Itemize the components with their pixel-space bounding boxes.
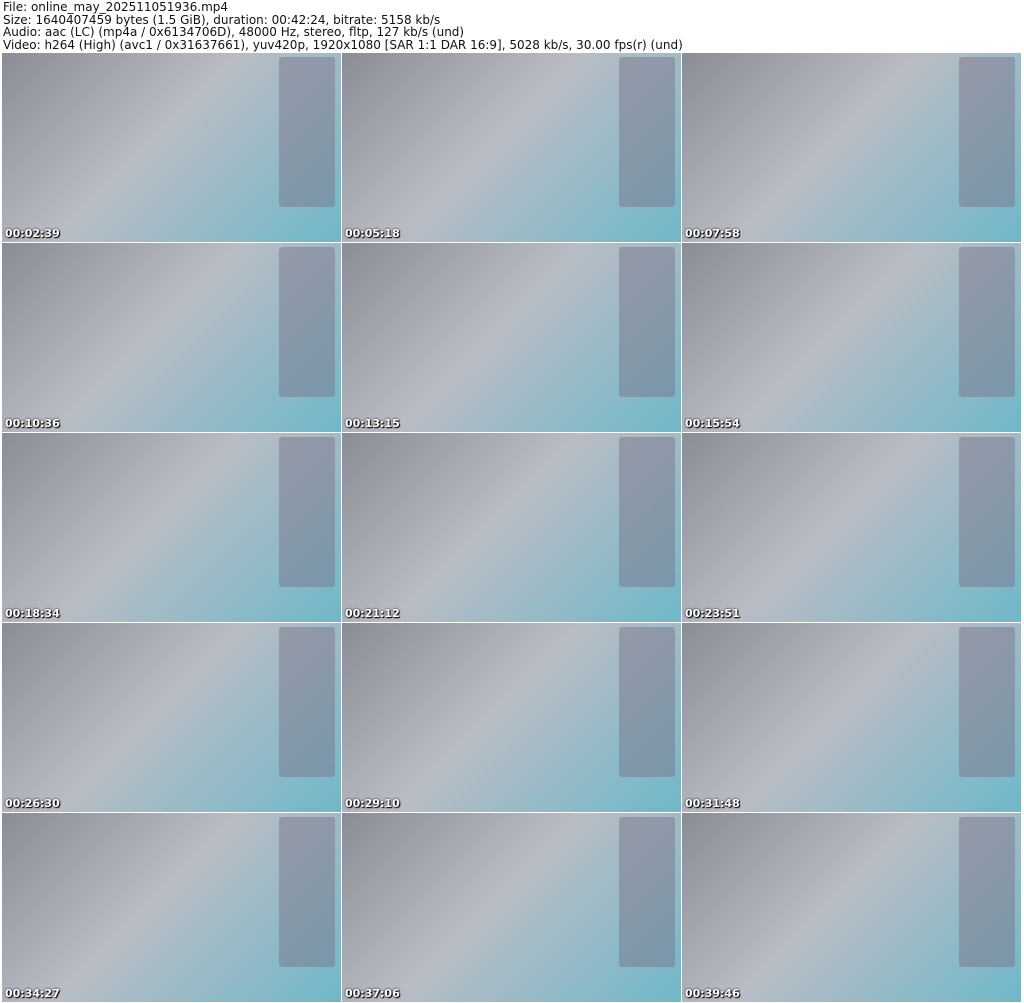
overlay-panel xyxy=(619,57,675,207)
overlay-panel xyxy=(959,437,1015,587)
video-thumbnail: 00:10:36 xyxy=(2,243,341,432)
thumbnail-timestamp: 00:15:54 xyxy=(685,417,740,430)
video-thumbnail: 00:26:30 xyxy=(2,623,341,812)
overlay-panel xyxy=(959,817,1015,967)
overlay-panel xyxy=(279,627,335,777)
thumbnail-timestamp: 00:10:36 xyxy=(5,417,60,430)
video-thumbnail: 00:18:34 xyxy=(2,433,341,622)
thumbnail-timestamp: 00:05:18 xyxy=(345,227,400,240)
overlay-panel xyxy=(619,437,675,587)
overlay-panel xyxy=(279,437,335,587)
video-thumbnail: 00:02:39 xyxy=(2,53,341,242)
video-thumbnail: 00:37:06 xyxy=(342,813,681,1002)
video-thumbnail: 00:21:12 xyxy=(342,433,681,622)
thumbnail-timestamp: 00:34:27 xyxy=(5,987,60,1000)
thumbnail-grid: 00:02:39 00:05:18 00:07:58 00:10:36 00:13:15… xyxy=(2,53,1021,1002)
video-thumbnail: 00:29:10 xyxy=(342,623,681,812)
video-thumbnail: 00:07:58 xyxy=(682,53,1021,242)
file-name: File: online_may_202511051936.mp4 xyxy=(3,0,229,14)
overlay-panel xyxy=(619,627,675,777)
thumbnail-timestamp: 00:13:15 xyxy=(345,417,400,430)
overlay-panel xyxy=(959,57,1015,207)
thumbnail-timestamp: 00:29:10 xyxy=(345,797,400,810)
audio-info: Audio: aac (LC) (mp4a / 0x6134706D), 480… xyxy=(3,25,465,39)
overlay-panel xyxy=(279,57,335,207)
video-thumbnail: 00:23:51 xyxy=(682,433,1021,622)
thumbnail-timestamp: 00:39:46 xyxy=(685,987,740,1000)
thumbnail-timestamp: 00:23:51 xyxy=(685,607,740,620)
overlay-panel xyxy=(619,817,675,967)
file-info-header: File: online_may_202511051936.mp4 Size: … xyxy=(3,1,683,51)
thumbnail-timestamp: 00:31:48 xyxy=(685,797,740,810)
thumbnail-timestamp: 00:02:39 xyxy=(5,227,60,240)
video-info: Video: h264 (High) (avc1 / 0x31637661), … xyxy=(3,37,683,52)
video-thumbnail: 00:15:54 xyxy=(682,243,1021,432)
overlay-panel xyxy=(279,247,335,397)
thumbnail-timestamp: 00:18:34 xyxy=(5,607,60,620)
thumbnail-timestamp: 00:37:06 xyxy=(345,987,400,1000)
video-thumbnail: 00:34:27 xyxy=(2,813,341,1002)
thumbnail-timestamp: 00:21:12 xyxy=(345,607,400,620)
overlay-panel xyxy=(279,817,335,967)
overlay-panel xyxy=(619,247,675,397)
video-thumbnail: 00:05:18 xyxy=(342,53,681,242)
overlay-panel xyxy=(959,247,1015,397)
overlay-panel xyxy=(959,627,1015,777)
video-thumbnail: 00:31:48 xyxy=(682,623,1021,812)
video-thumbnail: 00:13:15 xyxy=(342,243,681,432)
video-thumbnail: 00:39:46 xyxy=(682,813,1021,1002)
thumbnail-timestamp: 00:26:30 xyxy=(5,797,60,810)
thumbnail-timestamp: 00:07:58 xyxy=(685,227,740,240)
